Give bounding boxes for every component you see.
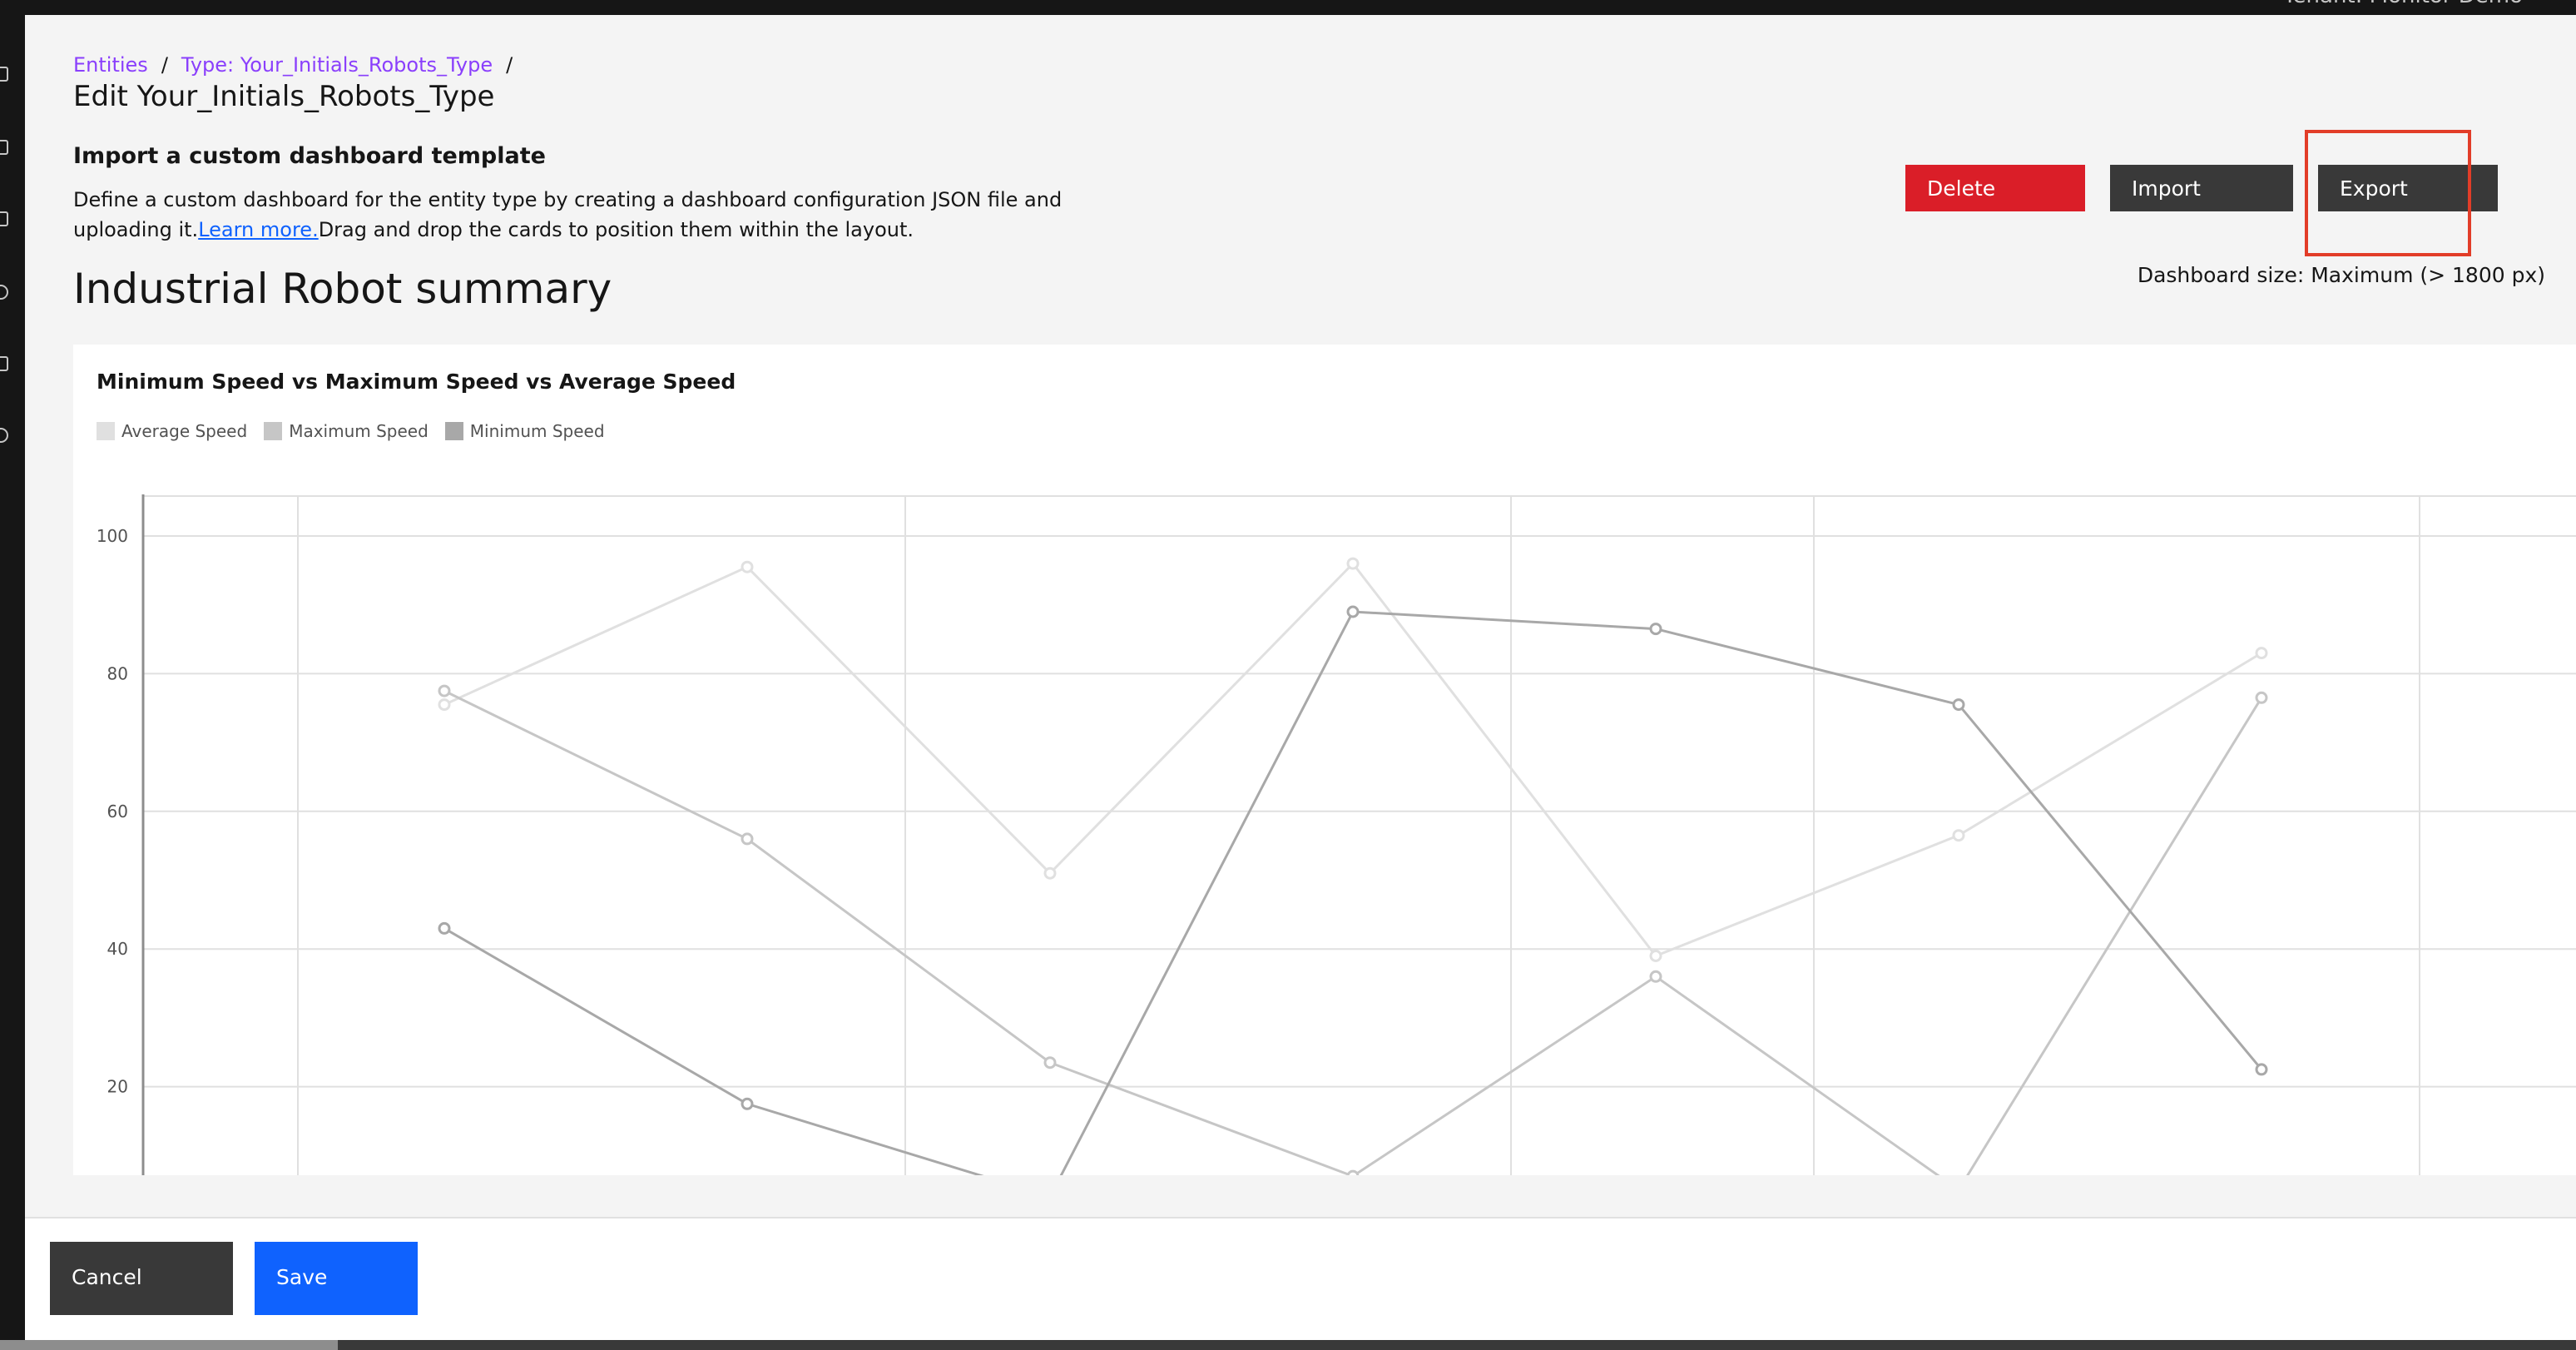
data-point [1043, 866, 1057, 880]
dashboard-icon[interactable] [0, 140, 8, 155]
footer-bar: Cancel Save [25, 1217, 2576, 1342]
import-button[interactable]: Import [2110, 165, 2293, 211]
legend-swatch [444, 422, 463, 440]
line-chart: 20 40 60 80 100 [97, 494, 2576, 1175]
data-point [1346, 1169, 1360, 1175]
data-point [1043, 1056, 1057, 1070]
legend-label: Minimum Speed [469, 421, 605, 441]
data-point [1952, 698, 1965, 712]
page-title: Edit Your_Initials_Robots_Type [73, 80, 495, 113]
chart-legend: Average Speed Maximum Speed Minimum Spee… [97, 421, 622, 441]
data-point [741, 560, 754, 573]
data-point [1346, 557, 1360, 570]
series-line-0 [443, 561, 2262, 958]
description-text-2: Drag and drop the cards to position them… [318, 218, 914, 241]
legend-label: Average Speed [121, 421, 248, 441]
breadcrumb-separator: / [161, 53, 168, 77]
cancel-button[interactable]: Cancel [50, 1242, 233, 1315]
left-nav [0, 15, 25, 1350]
section-title: Import a custom dashboard template [73, 143, 546, 169]
y-tick-label: 100 [97, 526, 128, 546]
user-icon[interactable] [0, 428, 8, 443]
flow-icon[interactable] [0, 211, 8, 226]
dashboard-size: Dashboard size: Maximum (> 1800 px) [2137, 263, 2545, 287]
breadcrumb: Entities / Type: Your_Initials_Robots_Type… [73, 53, 526, 77]
horizontal-scrollbar[interactable] [0, 1340, 2576, 1350]
data-point [741, 1097, 754, 1110]
legend-item-maximum[interactable]: Maximum Speed [264, 421, 429, 441]
data-point [2255, 1063, 2268, 1076]
learn-more-link[interactable]: Learn more. [198, 218, 319, 241]
series-line-1 [443, 689, 2263, 1175]
home-icon[interactable] [0, 67, 8, 82]
y-tick-label: 80 [107, 663, 128, 683]
legend-swatch [97, 422, 115, 440]
data-point [1346, 605, 1360, 618]
breadcrumb-type[interactable]: Type: Your_Initials_Robots_Type [181, 53, 493, 77]
data-point [1649, 950, 1662, 962]
settings-icon[interactable] [0, 356, 8, 371]
save-button[interactable]: Save [255, 1242, 418, 1315]
y-tick-label: 40 [107, 939, 128, 959]
data-point [438, 698, 451, 712]
data-point [1649, 970, 1662, 983]
data-point [2255, 691, 2268, 704]
breadcrumb-entities[interactable]: Entities [73, 53, 148, 77]
legend-label: Maximum Speed [289, 421, 429, 441]
series-line-2 [443, 610, 2263, 1175]
dashboard-title: Industrial Robot summary [73, 265, 612, 313]
top-bar: Tenant: Monitor Demo [0, 0, 2576, 15]
breadcrumb-separator: / [506, 53, 513, 77]
chart-card[interactable]: 20 40 60 80 100 Minimum Speed vs Maximum Spe… [73, 345, 2576, 1175]
data-point [438, 684, 451, 697]
clock-icon[interactable] [0, 285, 8, 300]
y-tick-label: 20 [107, 1077, 128, 1097]
data-point [1649, 623, 1662, 636]
legend-item-minimum[interactable]: Minimum Speed [444, 421, 605, 441]
chart-title: Minimum Speed vs Maximum Speed vs Averag… [97, 370, 736, 394]
legend-swatch [264, 422, 283, 440]
tenant-title: Tenant: Monitor Demo [2283, 0, 2523, 8]
data-point [2255, 647, 2268, 660]
export-highlight-box [2305, 130, 2471, 256]
y-tick-label: 60 [107, 802, 128, 821]
data-point [438, 921, 451, 935]
delete-button[interactable]: Delete [1905, 165, 2085, 211]
data-point [1952, 829, 1965, 842]
data-point [741, 832, 754, 846]
scrollbar-thumb[interactable] [0, 1340, 338, 1350]
description: Define a custom dashboard for the entity… [73, 185, 1072, 245]
legend-item-average[interactable]: Average Speed [97, 421, 247, 441]
